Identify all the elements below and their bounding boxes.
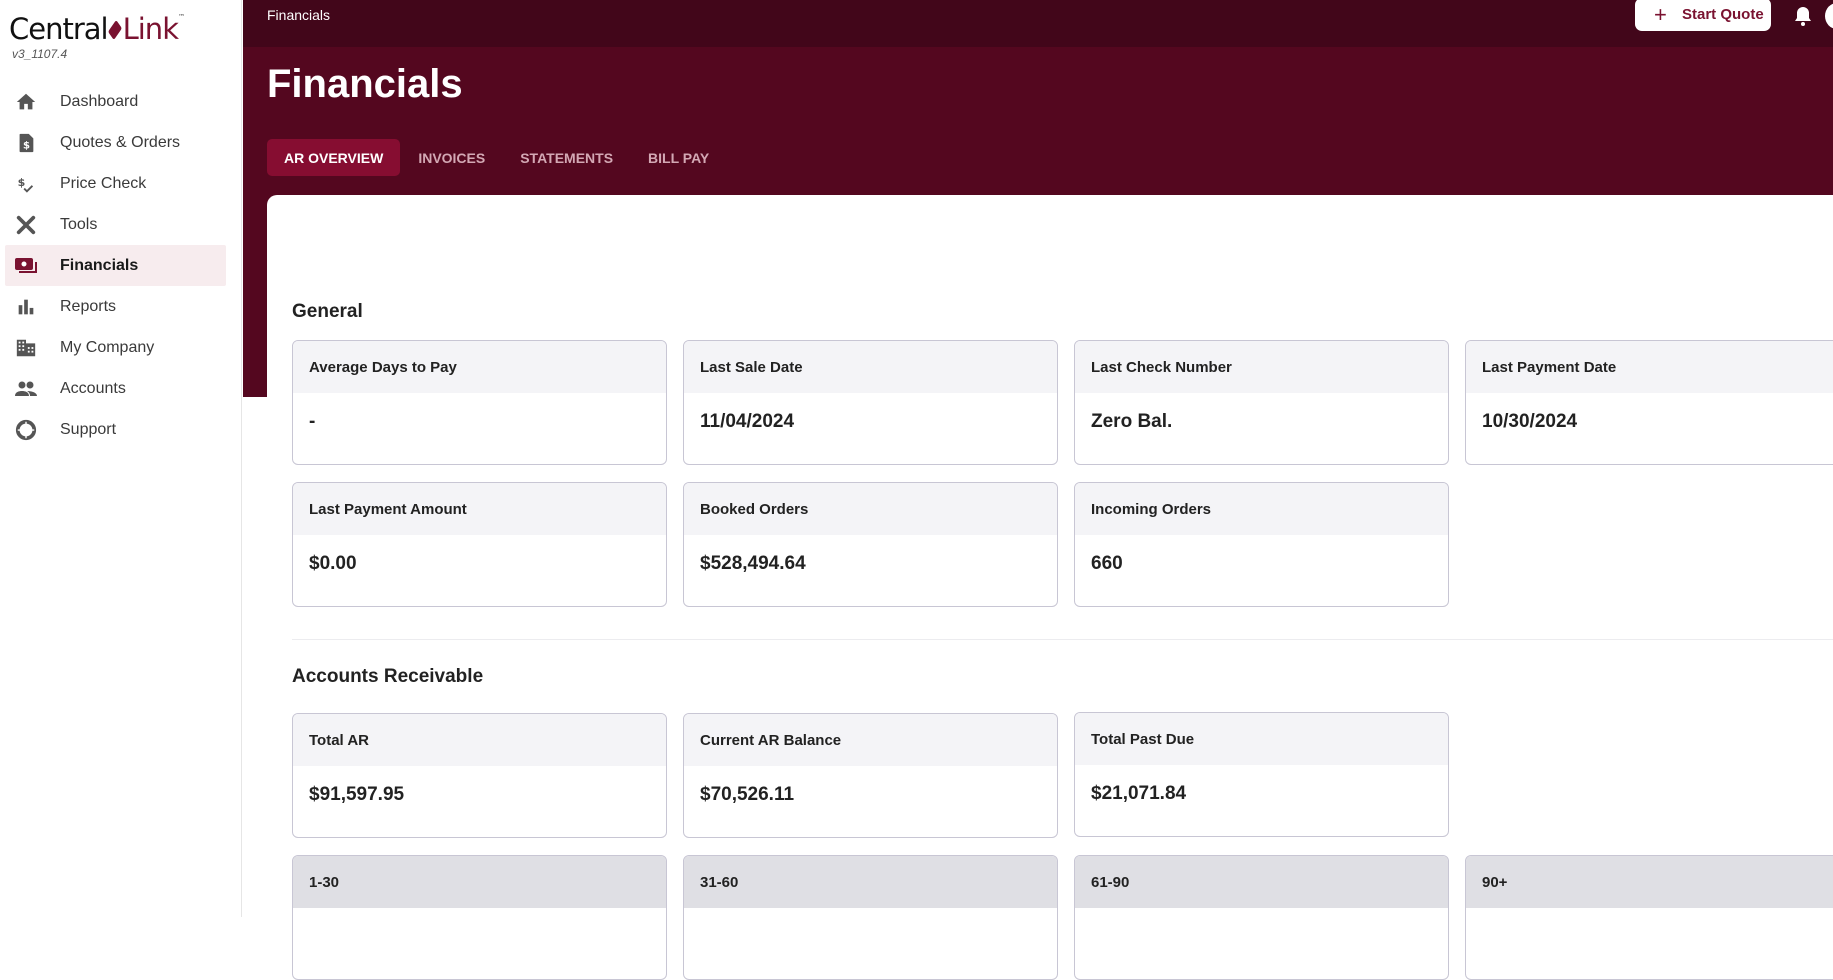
start-quote-button[interactable]: + Start Quote <box>1635 0 1771 31</box>
card-label: Last Payment Date <box>1466 341 1833 393</box>
user-avatar[interactable] <box>1825 3 1833 29</box>
logo-trademark: ™ <box>177 13 185 21</box>
card-current-ar-balance: Current AR Balance $70,526.11 <box>683 713 1058 838</box>
card-label: Total AR <box>293 714 666 766</box>
card-aging-1-30: 1-30 <box>292 855 667 980</box>
card-label: 90+ <box>1466 856 1833 908</box>
card-value: $0.00 <box>309 553 357 574</box>
start-quote-label: Start Quote <box>1682 6 1764 23</box>
sidebar-item-label: Price Check <box>60 174 147 192</box>
sidebar-item-dashboard[interactable]: Dashboard <box>5 81 226 122</box>
sidebar-item-label: Tools <box>60 215 98 233</box>
sidebar-item-support[interactable]: Support <box>5 409 226 450</box>
card-last-sale-date: Last Sale Date 11/04/2024 <box>683 340 1058 465</box>
svg-text:$: $ <box>23 140 30 151</box>
sidebar-item-quotes-orders[interactable]: $ Quotes & Orders <box>5 122 226 163</box>
card-booked-orders: Booked Orders $528,494.64 <box>683 482 1058 607</box>
card-label: 31-60 <box>684 856 1057 908</box>
sidebar-item-label: Dashboard <box>60 92 139 110</box>
sidebar-item-label: Accounts <box>60 379 126 397</box>
logo-text-link: Link <box>122 12 179 46</box>
home-icon <box>14 90 38 114</box>
card-label: Current AR Balance <box>684 714 1057 766</box>
building-icon <box>14 336 38 360</box>
card-value: 11/04/2024 <box>700 411 795 432</box>
money-icon <box>14 254 38 278</box>
app-logo[interactable]: Central Link™ <box>9 12 185 46</box>
tab-statements[interactable]: STATEMENTS <box>503 139 630 176</box>
lifebuoy-icon <box>14 418 38 442</box>
card-last-payment-date: Last Payment Date 10/30/2024 <box>1465 340 1833 465</box>
logo-text-central: Central <box>9 12 109 46</box>
card-value: - <box>309 411 316 432</box>
card-label: Total Past Due <box>1075 713 1448 765</box>
app-version: v3_1107.4 <box>12 47 68 61</box>
sidebar-item-label: My Company <box>60 338 155 356</box>
people-icon <box>14 377 38 401</box>
card-label: Incoming Orders <box>1075 483 1448 535</box>
plus-icon: + <box>1654 2 1667 27</box>
top-bar: Financials + Start Quote <box>243 0 1833 47</box>
sidebar: Central Link™ v3_1107.4 Dashboard $ Quote… <box>0 0 242 917</box>
card-label: Last Payment Amount <box>293 483 666 535</box>
card-incoming-orders: Incoming Orders 660 <box>1074 482 1449 607</box>
section-divider <box>292 639 1833 640</box>
card-value: $21,071.84 <box>1091 783 1187 804</box>
card-value: $91,597.95 <box>309 784 405 805</box>
price-check-icon: $ <box>14 172 38 196</box>
svg-text:$: $ <box>18 175 26 188</box>
card-value: Zero Bal. <box>1091 411 1173 432</box>
ar-section-title: Accounts Receivable <box>292 666 484 687</box>
card-average-days-to-pay: Average Days to Pay - <box>292 340 667 465</box>
logo-mark-icon <box>107 20 122 40</box>
sidebar-item-financials[interactable]: Financials <box>5 245 226 286</box>
card-value: $70,526.11 <box>700 784 795 805</box>
tab-bill-pay[interactable]: BILL PAY <box>631 139 726 176</box>
sidebar-item-label: Support <box>60 420 117 438</box>
tab-invoices[interactable]: INVOICES <box>401 139 502 176</box>
sidebar-item-label: Financials <box>60 256 139 274</box>
sidebar-item-my-company[interactable]: My Company <box>5 327 226 368</box>
sidebar-nav: Dashboard $ Quotes & Orders $ Price Chec… <box>0 81 242 450</box>
card-value: $528,494.64 <box>700 553 806 574</box>
sidebar-item-label: Quotes & Orders <box>60 133 181 151</box>
card-label: Last Check Number <box>1075 341 1448 393</box>
card-last-payment-amount: Last Payment Amount $0.00 <box>292 482 667 607</box>
tools-icon <box>14 213 38 237</box>
card-label: 61-90 <box>1075 856 1448 908</box>
card-total-ar: Total AR $91,597.95 <box>292 713 667 838</box>
card-last-check-number: Last Check Number Zero Bal. <box>1074 340 1449 465</box>
tab-ar-overview[interactable]: AR OVERVIEW <box>267 139 401 176</box>
card-value: 660 <box>1091 553 1123 574</box>
financials-tabs: AR OVERVIEW INVOICES STATEMENTS BILL PAY <box>267 139 727 176</box>
general-section-title: General <box>292 301 363 322</box>
page-title: Financials <box>267 62 463 106</box>
sidebar-item-reports[interactable]: Reports <box>5 286 226 327</box>
card-label: Last Sale Date <box>684 341 1057 393</box>
breadcrumb: Financials <box>267 7 331 23</box>
card-label: Booked Orders <box>684 483 1057 535</box>
notifications-bell-icon[interactable] <box>1793 5 1813 27</box>
sidebar-item-accounts[interactable]: Accounts <box>5 368 226 409</box>
card-aging-90-plus: 90+ <box>1465 855 1833 980</box>
card-aging-61-90: 61-90 <box>1074 855 1449 980</box>
card-total-past-due: Total Past Due $21,071.84 <box>1074 712 1449 837</box>
sidebar-item-price-check[interactable]: $ Price Check <box>5 163 226 204</box>
sidebar-item-tools[interactable]: Tools <box>5 204 226 245</box>
bar-chart-icon <box>14 295 38 319</box>
sidebar-item-label: Reports <box>60 297 117 315</box>
invoice-dollar-icon: $ <box>14 131 38 155</box>
card-value: 10/30/2024 <box>1482 411 1578 432</box>
card-label: 1-30 <box>293 856 666 908</box>
card-label: Average Days to Pay <box>293 341 666 393</box>
content-panel: General Average Days to Pay - Last Sale … <box>267 195 1833 980</box>
card-aging-31-60: 31-60 <box>683 855 1058 980</box>
